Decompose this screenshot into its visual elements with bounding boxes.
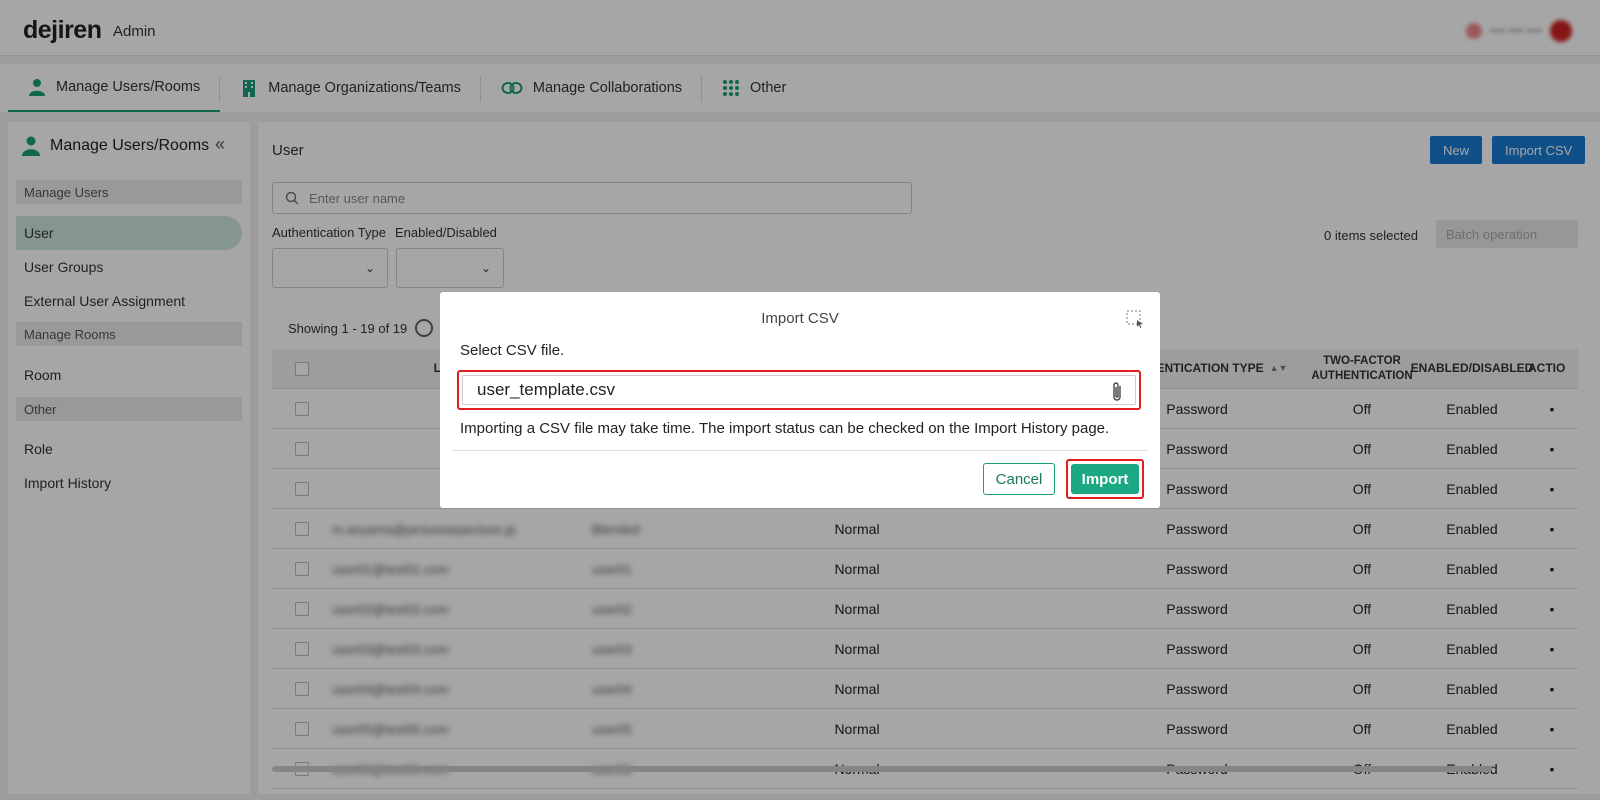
- file-input-highlight: user_template.csv: [457, 370, 1141, 410]
- import-note: Importing a CSV file may take time. The …: [460, 420, 1110, 437]
- file-name: user_template.csv: [477, 380, 615, 399]
- divider: [452, 450, 1148, 451]
- csv-file-input[interactable]: user_template.csv: [462, 375, 1136, 405]
- close-icon[interactable]: [1126, 310, 1144, 328]
- dialog-title: Import CSV: [761, 310, 839, 327]
- import-button-highlight: Import: [1066, 459, 1144, 499]
- select-file-label: Select CSV file.: [460, 342, 565, 359]
- import-csv-dialog: Import CSV Select CSV file. user_templat…: [440, 292, 1160, 508]
- paperclip-icon[interactable]: [1109, 380, 1125, 404]
- import-button[interactable]: Import: [1071, 464, 1139, 494]
- cancel-button[interactable]: Cancel: [983, 463, 1055, 495]
